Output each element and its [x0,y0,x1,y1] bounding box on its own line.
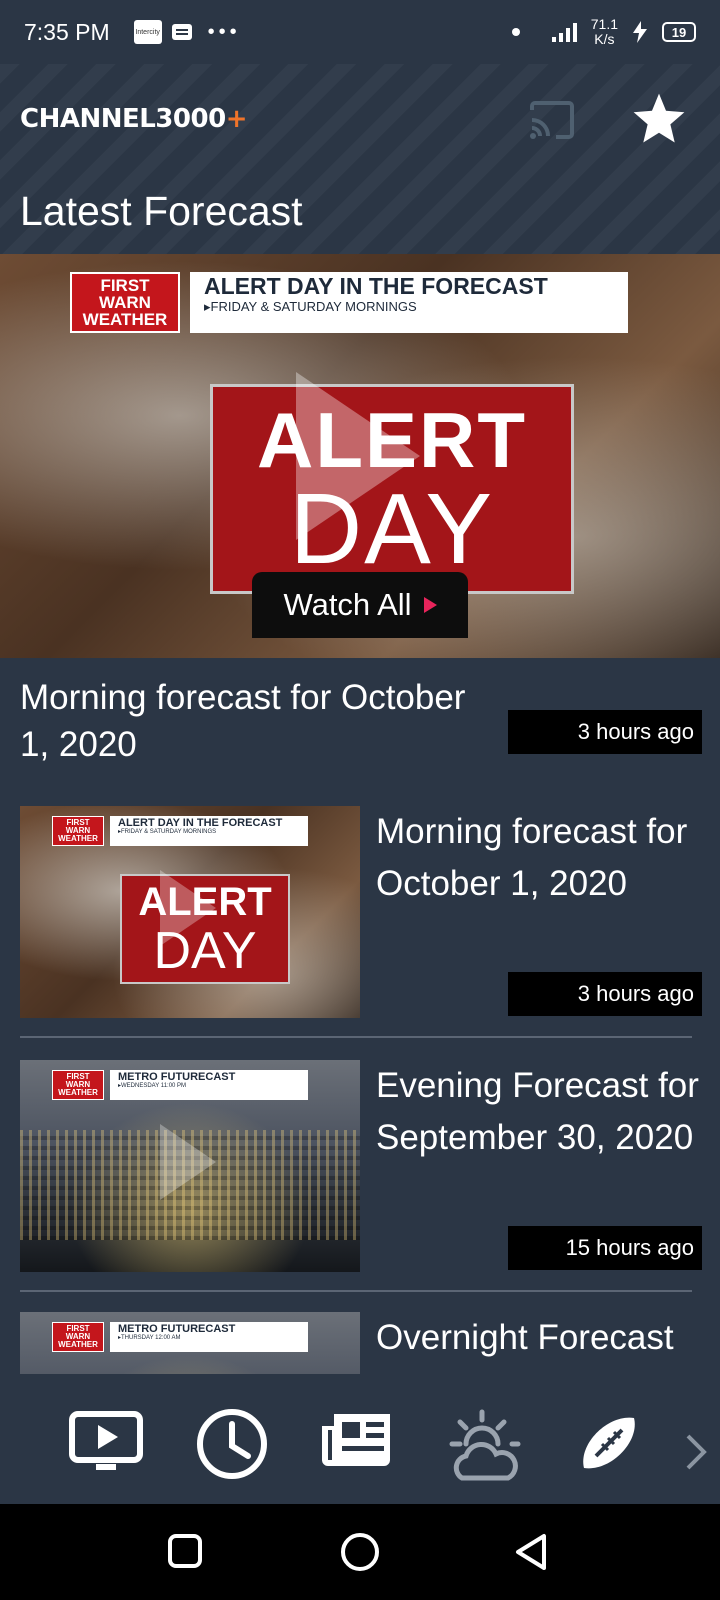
play-arrow-icon [423,597,437,613]
signal-icon [551,22,577,42]
play-icon[interactable] [160,870,216,946]
logo-plus: + [225,104,248,134]
thumb-banner-text: METRO FUTURECAST ▸WEDNESDAY 11:00 PM [110,1070,308,1100]
home-icon [341,1533,379,1571]
thumb-banner-text: METRO FUTURECAST ▸THURSDAY 12:00 AM [110,1322,308,1352]
bottom-nav [0,1374,720,1504]
more-notifications-icon: ••• [207,20,241,43]
video-icon [69,1411,143,1470]
nav-weather-button[interactable] [446,1408,526,1488]
nav-news-button[interactable] [320,1408,400,1488]
hero-banner-text: ALERT DAY IN THE FORECAST ▸FRIDAY & SATU… [190,272,628,333]
thumb-banner: FIRST WARN WEATHER METRO FUTURECAST ▸THU… [52,1322,308,1352]
divider [20,1036,692,1038]
play-icon[interactable] [296,372,420,540]
nav-sports-button[interactable] [574,1408,654,1488]
weather-icon [449,1409,521,1481]
app-header: CHANNEL3000+ Latest Forecast [0,64,720,254]
page-title: Latest Forecast [20,188,303,234]
thumb-banner-subtitle: ▸FRIDAY & SATURDAY MORNINGS [118,829,217,835]
thumb-banner-subtitle: ▸THURSDAY 12:00 AM [118,1335,181,1341]
first-warn-weather-logo: FIRST WARN WEATHER [52,1070,104,1100]
cast-button[interactable] [528,100,576,140]
watch-all-button[interactable]: Watch All [252,572,468,638]
divider [20,1290,692,1292]
star-icon [633,93,685,143]
cast-icon [530,101,574,139]
back-button[interactable] [514,1532,554,1572]
nav-video-button[interactable] [68,1408,148,1488]
video-title[interactable]: Overnight Forecast [376,1312,706,1364]
status-time: 7:35 PM [24,18,110,45]
hero-banner: FIRST WARN WEATHER ALERT DAY IN THE FORE… [70,272,628,333]
video-title[interactable]: Morning forecast for October 1, 2020 [376,806,706,910]
thumb-banner-text: ALERT DAY IN THE FORECAST ▸FRIDAY & SATU… [110,816,308,846]
hero-banner-subtitle: ▸FRIDAY & SATURDAY MORNINGS [204,299,417,314]
status-bar: 7:35 PM Intercity ••• 71.1 K/s 19 [0,0,720,64]
network-speed-unit: K/s [594,31,615,47]
chevron-right-icon [686,1434,707,1470]
thumb-banner-subtitle: ▸WEDNESDAY 11:00 PM [118,1083,187,1089]
nav-scroll-right-button[interactable] [684,1432,708,1472]
time-badge: 15 hours ago [508,1226,702,1270]
first-warn-weather-logo: FIRST WARN WEATHER [52,1322,104,1352]
thumb-banner-title: METRO FUTURECAST [118,1071,236,1083]
logo-text: CHANNEL3000 [20,104,226,134]
network-speed-value: 71.1 [590,16,618,32]
watch-all-label: Watch All [283,587,412,622]
list-item[interactable]: FIRST WARN WEATHER METRO FUTURECAST ▸THU… [0,1312,720,1374]
video-thumbnail[interactable]: FIRST WARN WEATHER METRO FUTURECAST ▸THU… [20,1312,360,1374]
first-warn-weather-logo: FIRST WARN WEATHER [70,272,180,333]
video-title[interactable]: Evening Forecast for September 30, 2020 [376,1060,706,1164]
nav-recent-button[interactable] [194,1408,274,1488]
football-icon [583,1417,635,1469]
system-nav-bar [0,1504,720,1600]
hero-video[interactable]: FIRST WARN WEATHER ALERT DAY IN THE FORE… [0,254,720,658]
video-thumbnail[interactable]: FIRST WARN WEATHER METRO FUTURECAST ▸WED… [20,1060,360,1272]
channel3000-logo: CHANNEL3000+ [20,104,247,134]
message-icon [171,24,192,40]
back-icon [516,1534,546,1570]
time-badge: 3 hours ago [508,972,702,1016]
featured-time-badge: 3 hours ago [508,710,702,754]
recents-icon [168,1534,202,1568]
thumb-banner-title: ALERT DAY IN THE FORECAST [118,817,283,829]
notification-icons: Intercity ••• [133,20,241,44]
dot-icon [511,28,520,36]
video-thumbnail[interactable]: FIRST WARN WEATHER ALERT DAY IN THE FORE… [20,806,360,1018]
hero-banner-title: ALERT DAY IN THE FORECAST [204,273,548,299]
home-button[interactable] [340,1532,380,1572]
favorite-button[interactable] [630,90,688,148]
thumb-banner: FIRST WARN WEATHER METRO FUTURECAST ▸WED… [52,1070,308,1100]
news-icon [322,1414,390,1466]
thumb-banner-title: METRO FUTURECAST [118,1323,236,1335]
first-warn-weather-logo: FIRST WARN WEATHER [52,816,104,846]
featured-video-title[interactable]: Morning forecast for October 1, 2020 [20,674,500,768]
clock-icon [197,1409,267,1479]
play-icon[interactable] [160,1124,216,1200]
thumb-banner: FIRST WARN WEATHER ALERT DAY IN THE FORE… [52,816,308,846]
intercity-notification-icon: Intercity [133,20,162,44]
status-right: 71.1 K/s 19 [511,17,696,47]
network-speed: 71.1 K/s [591,17,618,47]
charging-icon [633,21,647,43]
battery-icon: 19 [662,22,696,42]
recents-button[interactable] [166,1532,206,1572]
